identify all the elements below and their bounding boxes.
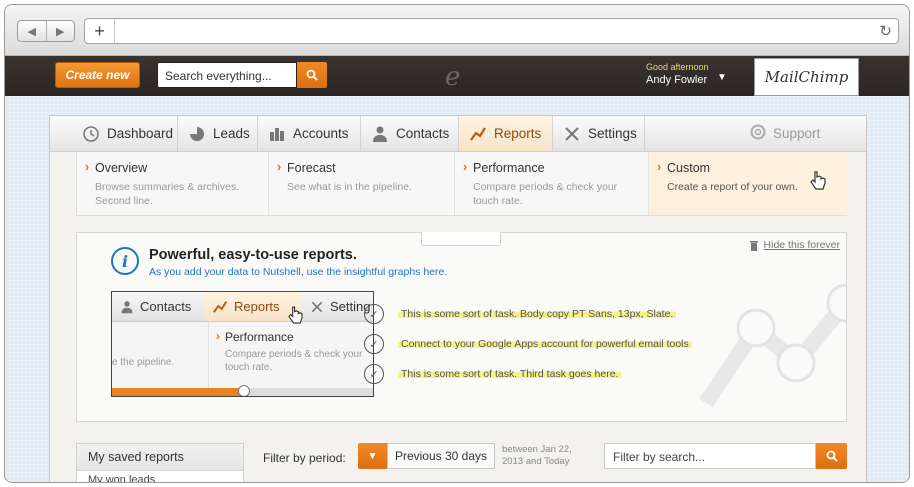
app-header: Create new Search everything... ℯ Good a… bbox=[5, 56, 909, 96]
reload-icon[interactable]: ↻ bbox=[879, 22, 892, 40]
person-icon bbox=[371, 125, 389, 143]
chart-line-icon bbox=[469, 125, 487, 143]
nutshell-logo-icon: ℯ bbox=[445, 62, 461, 92]
person-icon bbox=[121, 300, 133, 313]
buildings-icon bbox=[268, 125, 286, 143]
tab-settings[interactable]: Settings bbox=[553, 116, 645, 151]
create-new-button[interactable]: Create new bbox=[55, 62, 140, 88]
tab-accounts[interactable]: Accounts bbox=[258, 116, 361, 151]
trash-icon bbox=[749, 240, 758, 251]
caret-down-icon: ▼ bbox=[367, 450, 378, 462]
hide-forever-link[interactable]: Hide this forever bbox=[749, 239, 840, 251]
preview-progress bbox=[112, 385, 373, 396]
clock-icon bbox=[82, 125, 100, 143]
task-list: ✓ This is some sort of task. Body copy P… bbox=[364, 299, 692, 389]
content-area: Dashboard Leads Accounts Contacts Report… bbox=[5, 96, 909, 482]
mailchimp-logo[interactable]: MailChimp bbox=[754, 58, 859, 96]
progress-fill bbox=[112, 388, 244, 396]
user-menu[interactable]: Good afternoon Andy Fowler ▼ bbox=[646, 62, 727, 86]
onboarding-subtitle: As you add your data to Nutshell, use th… bbox=[149, 266, 448, 278]
address-bar[interactable]: + ↻ bbox=[84, 18, 899, 44]
search-icon bbox=[826, 450, 838, 462]
task-item[interactable]: ✓ This is some sort of task. Third task … bbox=[364, 359, 692, 389]
forward-icon[interactable]: ▶ bbox=[47, 21, 75, 41]
preview-fragment: e the pipeline. bbox=[112, 357, 175, 368]
lifebuoy-icon bbox=[750, 124, 766, 143]
submenu-item-overview[interactable]: Overview Browse summaries & archives.Sec… bbox=[77, 152, 269, 215]
panel-tab-notch bbox=[421, 232, 501, 246]
filter-search-input[interactable]: Filter by search... bbox=[604, 443, 816, 469]
submenu-item-custom[interactable]: Custom Create a report of your own. bbox=[649, 152, 847, 215]
period-dropdown-button[interactable]: ▼ bbox=[358, 443, 387, 469]
back-icon[interactable]: ◀ bbox=[18, 21, 47, 41]
info-icon: i bbox=[111, 247, 139, 275]
task-item[interactable]: ✓ Connect to your Google Apps account fo… bbox=[364, 329, 692, 359]
pie-icon bbox=[188, 125, 206, 143]
preview-screenshot: Contacts Reports Setting e the pipeline. bbox=[111, 291, 374, 397]
onboarding-title: Powerful, easy-to-use reports. bbox=[149, 247, 357, 263]
submenu-item-forecast[interactable]: Forecast See what is in the pipeline. bbox=[269, 152, 455, 215]
saved-reports-title: My saved reports bbox=[77, 444, 243, 471]
history-buttons: ◀ ▶ bbox=[17, 20, 75, 42]
tab-dashboard[interactable]: Dashboard bbox=[72, 116, 178, 151]
tools-icon bbox=[563, 125, 581, 143]
caret-down-icon[interactable]: ▼ bbox=[717, 72, 727, 83]
period-select[interactable]: Previous 30 days bbox=[387, 443, 495, 469]
main-nav: Dashboard Leads Accounts Contacts Report… bbox=[50, 116, 866, 152]
period-range: between Jan 22, 2013 and Today bbox=[502, 444, 572, 467]
pointer-hand-icon bbox=[810, 171, 826, 190]
submenu-item-performance[interactable]: Performance Compare periods & check your… bbox=[455, 152, 649, 215]
task-item[interactable]: ✓ This is some sort of task. Body copy P… bbox=[364, 299, 692, 329]
check-circle-icon: ✓ bbox=[364, 304, 384, 324]
reports-onboarding: i Powerful, easy-to-use reports. As you … bbox=[76, 232, 847, 422]
tab-contacts[interactable]: Contacts bbox=[361, 116, 459, 151]
user-name: Andy Fowler bbox=[646, 74, 708, 86]
chart-line-icon bbox=[212, 300, 228, 313]
saved-report-item[interactable]: My won leads bbox=[77, 471, 243, 482]
browser-window: ◀ ▶ + ↻ Create new Search everything... … bbox=[4, 4, 910, 483]
saved-reports: My saved reports My won leads bbox=[76, 443, 244, 482]
preview-performance: Performance Compare periods & check your… bbox=[208, 322, 373, 388]
main-panel: Dashboard Leads Accounts Contacts Report… bbox=[49, 115, 867, 482]
search-button[interactable] bbox=[297, 62, 327, 88]
filter-search-button[interactable] bbox=[816, 443, 847, 469]
tab-leads[interactable]: Leads bbox=[178, 116, 258, 151]
progress-knob bbox=[237, 385, 250, 396]
greeting: Good afternoon bbox=[646, 62, 709, 72]
browser-chrome: ◀ ▶ + ↻ bbox=[5, 5, 909, 56]
check-circle-icon: ✓ bbox=[364, 334, 384, 354]
check-circle-icon: ✓ bbox=[364, 364, 384, 384]
preview-tab-contacts: Contacts bbox=[112, 292, 204, 321]
tools-icon bbox=[311, 301, 323, 312]
support-link[interactable]: Support bbox=[750, 116, 840, 151]
search-input[interactable]: Search everything... bbox=[157, 62, 297, 88]
tab-reports[interactable]: Reports bbox=[459, 116, 553, 151]
filter-period-label: Filter by period: bbox=[263, 451, 346, 465]
reports-submenu: Overview Browse summaries & archives.Sec… bbox=[76, 152, 847, 216]
search-icon bbox=[306, 69, 318, 81]
new-tab-icon[interactable]: + bbox=[85, 19, 115, 43]
